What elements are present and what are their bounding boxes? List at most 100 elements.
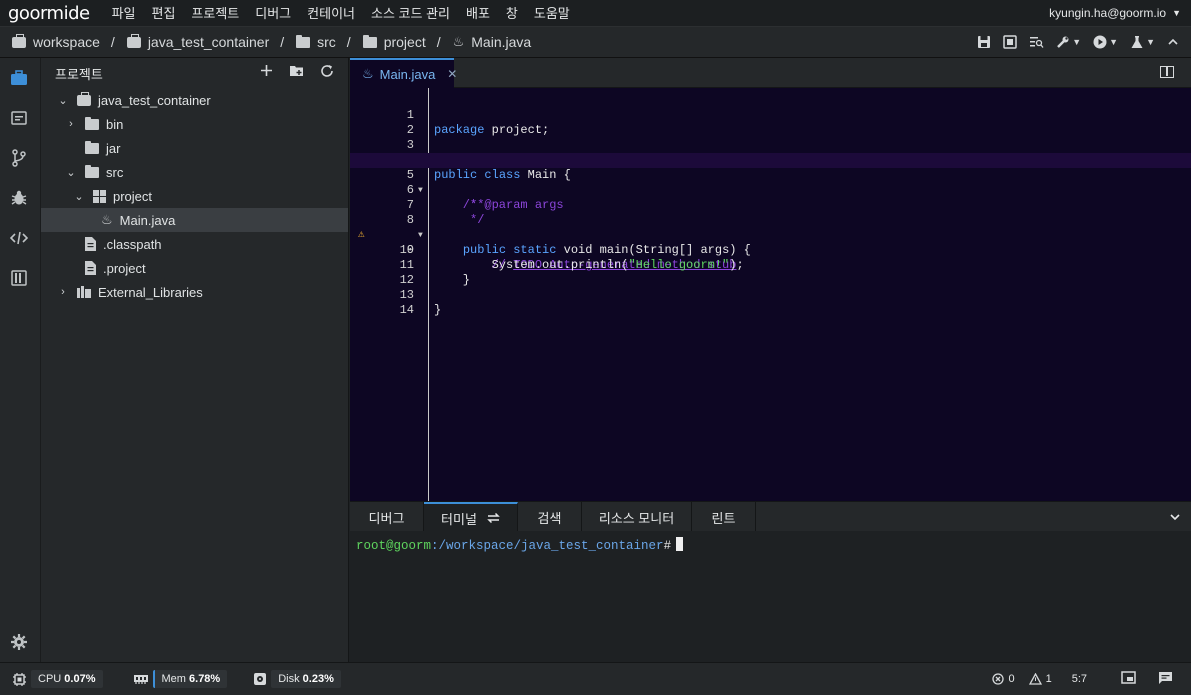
error-count-value: 0	[1008, 673, 1015, 685]
tree-item-java-test-container[interactable]: ⌄ java_test_container	[41, 88, 348, 112]
test-menu-button[interactable]: ▼	[1130, 35, 1155, 49]
chevron-down-icon[interactable]: ⌄	[65, 166, 77, 179]
file-icon	[85, 237, 96, 251]
breadcrumb-container[interactable]: java_test_container	[148, 34, 269, 50]
cpu-status[interactable]: CPU 0.07%	[12, 670, 103, 688]
save-button[interactable]	[977, 35, 991, 49]
disk-value-box: Disk 0.23%	[271, 670, 341, 688]
library-tab[interactable]	[0, 264, 38, 292]
mem-status[interactable]: Mem 6.78%	[133, 670, 228, 688]
tree-item-project[interactable]: ⌄ project	[41, 184, 348, 208]
breadcrumb-project[interactable]: project	[384, 34, 426, 50]
git-tab[interactable]	[0, 144, 38, 172]
file-icon	[85, 261, 96, 275]
toolbar-actions: ▼ ▼ ▼	[977, 35, 1179, 49]
collapse-panel-button[interactable]	[1169, 502, 1181, 531]
refresh-icon	[321, 65, 333, 77]
tree-item-src[interactable]: ⌄ src	[41, 160, 348, 184]
new-folder-button[interactable]	[289, 64, 304, 82]
disk-value: 0.23%	[302, 673, 334, 685]
tree-item-bin[interactable]: › bin	[41, 112, 348, 136]
tree-item-classpath[interactable]: .classpath	[41, 232, 348, 256]
menu-deploy[interactable]: 배포	[458, 0, 498, 27]
menu-file[interactable]: 파일	[104, 0, 144, 27]
tree-item-jar[interactable]: jar	[41, 136, 348, 160]
tree-item-label: .classpath	[103, 236, 162, 252]
line-number: 14	[399, 303, 414, 317]
mem-label: Mem	[161, 673, 186, 685]
chevron-down-icon	[1170, 513, 1180, 520]
user-account-menu[interactable]: kyungin.ha@goorm.io ▼	[1049, 6, 1181, 20]
menubar: goormide 파일 편집 프로젝트 디버그 컨테이너 소스 코드 관리 배포…	[0, 0, 1191, 27]
terminal[interactable]: root@goorm:/workspace/java_test_containe…	[350, 531, 1191, 662]
package-icon	[93, 189, 106, 203]
tree-item-main-java[interactable]: ♨ Main.java	[41, 208, 348, 232]
warning-count[interactable]: 1	[1028, 673, 1052, 685]
folder-icon	[85, 116, 99, 130]
chevron-right-icon[interactable]: ›	[65, 118, 77, 130]
debug-tab[interactable]	[0, 184, 38, 212]
goormide-logo[interactable]: goormide	[8, 3, 90, 24]
save-all-button[interactable]	[1003, 35, 1017, 49]
tab-resource-monitor[interactable]: 리소스 모니터	[582, 502, 692, 532]
chevron-right-icon[interactable]: ›	[57, 286, 69, 298]
new-file-button[interactable]	[260, 64, 273, 82]
menu-edit[interactable]: 편집	[144, 0, 184, 27]
tab-label: 리소스 모니터	[598, 510, 675, 526]
sync-icon[interactable]	[487, 512, 500, 524]
close-icon[interactable]: ✕	[447, 67, 457, 81]
disk-icon	[254, 673, 267, 685]
folder-icon	[296, 34, 311, 48]
code-snippets-tab[interactable]	[0, 224, 38, 252]
tree-item-project-file[interactable]: .project	[41, 256, 348, 280]
breadcrumb-separator: /	[280, 34, 285, 50]
error-count[interactable]: 0	[992, 673, 1015, 685]
disk-status[interactable]: Disk 0.23%	[253, 670, 341, 688]
layout-toggle-button[interactable]	[1121, 671, 1136, 687]
layout-icon	[1121, 671, 1136, 684]
run-menu-button[interactable]: ▼	[1093, 35, 1118, 49]
plus-icon	[261, 65, 272, 76]
find-button[interactable]	[1029, 35, 1044, 49]
menu-container[interactable]: 컨테이너	[299, 0, 363, 27]
folder-icon	[85, 140, 99, 154]
collapse-toolbar-button[interactable]	[1167, 36, 1179, 48]
editor-tab-main-java[interactable]: ♨ Main.java ✕	[350, 58, 457, 88]
menu-debug[interactable]: 디버그	[247, 0, 299, 27]
terminal-cursor	[676, 537, 684, 551]
tab-label: 린트	[711, 510, 736, 526]
split-editor-icon[interactable]	[1160, 66, 1174, 78]
chevron-up-icon	[1168, 38, 1178, 45]
library-icon	[11, 270, 27, 286]
code-icon	[10, 231, 28, 245]
cursor-position[interactable]: 5:7	[1072, 673, 1087, 685]
tab-lint[interactable]: 린트	[692, 502, 756, 532]
git-branch-icon	[12, 149, 26, 167]
refresh-button[interactable]	[320, 64, 334, 82]
folder-open-icon	[85, 164, 99, 178]
breadcrumb-item: java_test_container	[115, 33, 269, 50]
gear-icon	[11, 634, 27, 650]
code-line: 13 }	[350, 273, 1191, 317]
tab-debug[interactable]: 디버그	[350, 502, 424, 532]
breadcrumb: workspace	[0, 33, 100, 50]
menu-window[interactable]: 창	[498, 0, 526, 27]
menu-project[interactable]: 프로젝트	[183, 0, 247, 27]
flask-icon	[1131, 36, 1143, 48]
chevron-down-icon[interactable]: ⌄	[73, 190, 85, 203]
menu-help[interactable]: 도움말	[526, 0, 578, 27]
build-menu-button[interactable]: ▼	[1056, 35, 1081, 49]
outline-tab[interactable]	[0, 104, 38, 132]
chat-button[interactable]	[1158, 671, 1173, 688]
tree-item-external-libraries[interactable]: › External_Libraries	[41, 280, 348, 304]
code-line: 2	[350, 108, 1191, 137]
project-explorer-tab[interactable]	[0, 64, 38, 92]
settings-button[interactable]	[0, 628, 38, 656]
breadcrumb-file[interactable]: Main.java	[471, 34, 531, 50]
menu-scm[interactable]: 소스 코드 관리	[363, 0, 458, 27]
breadcrumb-workspace[interactable]: workspace	[33, 34, 100, 50]
breadcrumb-src[interactable]: src	[317, 34, 336, 50]
tab-search[interactable]: 검색	[518, 502, 582, 532]
chevron-down-icon[interactable]: ⌄	[57, 94, 69, 107]
tab-terminal[interactable]: 터미널	[424, 502, 518, 532]
